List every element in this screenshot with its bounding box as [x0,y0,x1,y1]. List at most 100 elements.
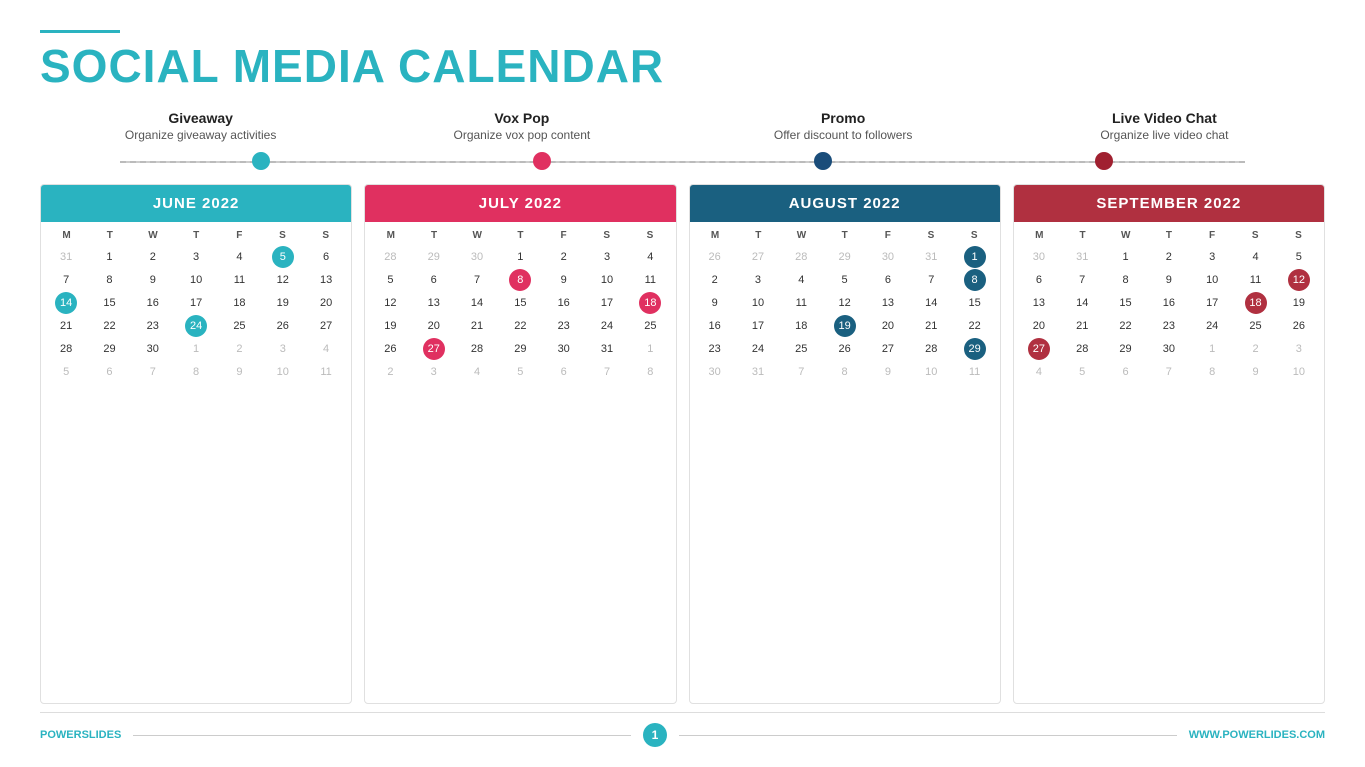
calendar-cell: 15 [499,292,541,314]
calendar-day-name: S [1277,228,1320,243]
calendar-cell: 2 [1234,338,1276,360]
calendar-cell: 29 [88,338,130,360]
calendar-cell: 27 [867,338,909,360]
calendar-cell: 28 [1061,338,1103,360]
calendar-cell: 20 [1018,315,1060,337]
calendar-cell: 3 [175,246,217,268]
calendar-cell: 19 [834,315,856,337]
calendar-cell: 5 [272,246,294,268]
calendar-cell: 30 [694,361,736,383]
calendar-day-name: M [694,228,737,243]
calendar-cell: 8 [175,361,217,383]
calendar-cell: 6 [88,361,130,383]
calendar-cell: 21 [1061,315,1103,337]
timeline-dot-livevideo [1095,152,1113,170]
calendar-cell: 1 [88,246,130,268]
calendar-cell: 29 [823,246,865,268]
calendar-cell: 8 [1191,361,1233,383]
calendar-cell: 16 [1148,292,1190,314]
calendar-cell: 10 [1191,269,1233,291]
calendar-day-name: S [261,228,304,243]
calendar-cell: 9 [1148,269,1190,291]
calendar-cell: 26 [694,246,736,268]
calendar-day-name: T [88,228,131,243]
calendar-june2022: JUNE 2022MTWTFSS311234567891011121314151… [40,184,352,704]
calendar-cell: 31 [910,246,952,268]
calendar-body-july2022: MTWTFSS282930123456789101112131415161718… [365,222,675,703]
calendar-day-name: M [1018,228,1061,243]
calendar-cell: 30 [456,246,498,268]
calendar-sep2022: SEPTEMBER 2022MTWTFSS3031123456789101112… [1013,184,1325,704]
calendar-cell: 17 [737,315,779,337]
calendar-cell: 21 [910,315,952,337]
calendar-cell: 7 [132,361,174,383]
calendars-container: JUNE 2022MTWTFSS311234567891011121314151… [40,184,1325,704]
calendar-day-name: S [585,228,628,243]
calendar-cell: 19 [369,315,411,337]
calendar-header-sep2022: SEPTEMBER 2022 [1014,185,1324,222]
calendar-cell: 9 [867,361,909,383]
category-voxpop-desc: Organize vox pop content [361,128,682,142]
calendar-cell: 7 [45,269,87,291]
calendar-cell: 7 [586,361,628,383]
footer-line-left [133,735,631,736]
page: SOCIAL MEDIA CALENDAR Giveaway Organize … [0,0,1365,767]
calendar-cell: 15 [1104,292,1146,314]
calendar-cell: 5 [369,269,411,291]
category-giveaway: Giveaway Organize giveaway activities [40,110,361,142]
calendar-cell: 8 [823,361,865,383]
calendar-cell: 28 [369,246,411,268]
calendar-cell: 22 [499,315,541,337]
title-part1: SOCIAL MEDIA [40,40,398,92]
calendar-cell: 7 [910,269,952,291]
calendar-cell: 18 [218,292,260,314]
footer-brand: POWERSLIDES [40,729,121,741]
category-giveaway-title: Giveaway [40,110,361,126]
calendar-cell: 2 [1148,246,1190,268]
calendar-cell: 24 [185,315,207,337]
calendar-cell: 15 [88,292,130,314]
calendar-cell: 26 [1278,315,1320,337]
calendar-cell: 28 [456,338,498,360]
calendar-cell: 30 [1148,338,1190,360]
calendar-header-june2022: JUNE 2022 [41,185,351,222]
calendar-cell: 3 [413,361,455,383]
calendar-cell: 4 [629,246,671,268]
calendar-cell: 30 [1018,246,1060,268]
calendar-day-name: T [823,228,866,243]
category-voxpop: Vox Pop Organize vox pop content [361,110,682,142]
categories-row: Giveaway Organize giveaway activities Vo… [40,110,1325,142]
calendar-cell: 9 [132,269,174,291]
calendar-cell: 1 [175,338,217,360]
calendar-cell: 28 [45,338,87,360]
calendar-cell: 10 [910,361,952,383]
calendar-cell: 29 [413,246,455,268]
category-voxpop-title: Vox Pop [361,110,682,126]
calendar-cell: 26 [823,338,865,360]
calendar-cell: 21 [456,315,498,337]
calendar-cell: 9 [543,269,585,291]
calendar-cell: 12 [262,269,304,291]
calendar-cell: 3 [1191,246,1233,268]
calendar-cell: 10 [262,361,304,383]
calendar-cell: 1 [499,246,541,268]
calendar-day-name: F [542,228,585,243]
calendar-cell: 18 [639,292,661,314]
calendar-cell: 17 [175,292,217,314]
calendar-cell: 30 [132,338,174,360]
calendar-cell: 11 [953,361,995,383]
calendar-cell: 5 [1278,246,1320,268]
calendar-cell: 7 [456,269,498,291]
calendar-cell: 13 [867,292,909,314]
calendar-cell: 30 [543,338,585,360]
calendar-day-name: W [1104,228,1147,243]
category-promo-desc: Offer discount to followers [683,128,1004,142]
calendar-day-name: T [737,228,780,243]
calendar-cell: 24 [1191,315,1233,337]
calendar-cell: 13 [305,269,347,291]
calendar-cell: 2 [543,246,585,268]
calendar-cell: 10 [737,292,779,314]
calendar-cell: 13 [1018,292,1060,314]
calendar-cell: 29 [964,338,986,360]
calendar-cell: 27 [737,246,779,268]
